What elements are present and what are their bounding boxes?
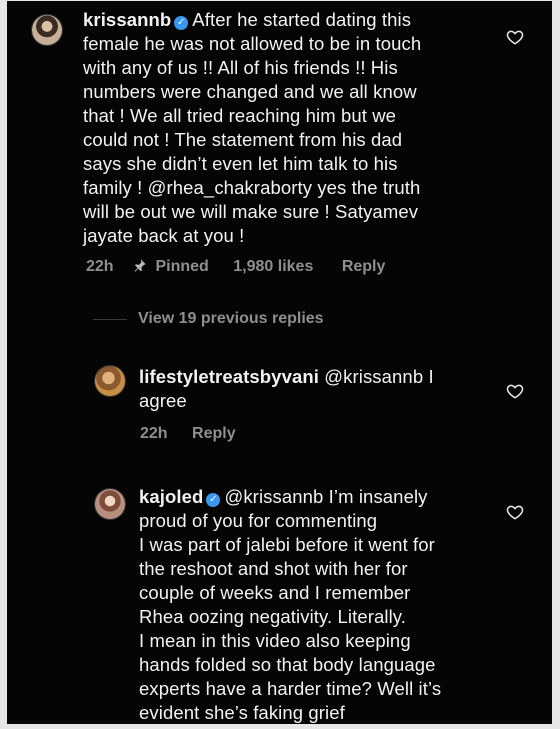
comments-panel: krissannb ✓ After he started dating this f… xyxy=(7,1,552,724)
username[interactable]: krissannb xyxy=(83,9,171,30)
avatar[interactable] xyxy=(31,14,63,46)
comment-line: could not ! The statement from his dad xyxy=(83,129,403,150)
heart-icon[interactable] xyxy=(506,28,524,46)
comment-line: evident she’s faking grief xyxy=(139,702,345,723)
comment-line: hands folded so that body language xyxy=(139,654,436,675)
comment-line: couple of weeks and I remember xyxy=(139,582,411,603)
verified-badge-icon: ✓ xyxy=(174,16,189,30)
timestamp: 22h xyxy=(86,258,114,275)
pinned-label: Pinned xyxy=(155,258,209,275)
heart-icon[interactable] xyxy=(506,382,524,400)
likes-count[interactable]: 1,980 likes xyxy=(233,258,313,276)
heart-icon[interactable] xyxy=(506,503,524,521)
comment-line: Rhea oozing negativity. Literally. xyxy=(139,606,406,627)
comment-line: family ! @rhea_chakraborty yes the truth xyxy=(83,177,421,198)
comment-line: says she didn’t even let him talk to his xyxy=(83,153,398,174)
comment-line: proud of you for commenting xyxy=(139,510,378,531)
comment-body: lifestyletreatsbyvani @krissannb I agree xyxy=(139,365,479,413)
reply-button[interactable]: Reply xyxy=(342,258,386,276)
comment-line: jayate back at you ! xyxy=(83,225,245,246)
avatar[interactable] xyxy=(94,365,126,397)
comment-line: agree xyxy=(139,390,187,411)
reply-button[interactable]: Reply xyxy=(192,425,236,443)
comment-body: krissannb ✓ After he started dating this f… xyxy=(83,8,523,248)
comment-line: I was part of jalebi before it went for xyxy=(139,534,435,555)
view-replies-button[interactable]: View 19 previous replies xyxy=(138,310,324,328)
comment-line: the reshoot and shot with her for xyxy=(139,558,408,579)
comment-line: experts have a harder time? Well it’s xyxy=(139,678,442,699)
verified-badge-icon: ✓ xyxy=(206,493,221,507)
comment-line: numbers were changed and we all know xyxy=(83,81,417,102)
username[interactable]: kajoled xyxy=(139,486,203,507)
comment-body: kajoled ✓ @krissannb I’m insanely proud of… xyxy=(139,485,499,724)
comment-line: After he started dating this xyxy=(192,9,412,30)
replies-divider xyxy=(93,319,127,320)
comment-meta: 22h Pinned 1,980 likes Reply xyxy=(86,258,385,276)
comment-meta: 22h Reply xyxy=(140,425,236,443)
comment-line: I mean in this video also keeping xyxy=(139,630,411,651)
comment-line: female he was not allowed to be in touch xyxy=(83,33,422,54)
timestamp: 22h xyxy=(140,425,168,442)
avatar[interactable] xyxy=(94,488,126,520)
comment-line: will be out we will make sure ! Satyamev xyxy=(83,201,419,222)
username[interactable]: lifestyletreatsbyvani xyxy=(139,366,319,387)
pin-icon xyxy=(132,258,147,276)
comment-line: @krissannb I xyxy=(324,366,434,387)
comment-line: that ! We all tried reaching him but we xyxy=(83,105,397,126)
comment-line: @krissannb I’m insanely xyxy=(224,486,428,507)
comment-line: with any of us !! All of his friends !! … xyxy=(83,57,398,78)
